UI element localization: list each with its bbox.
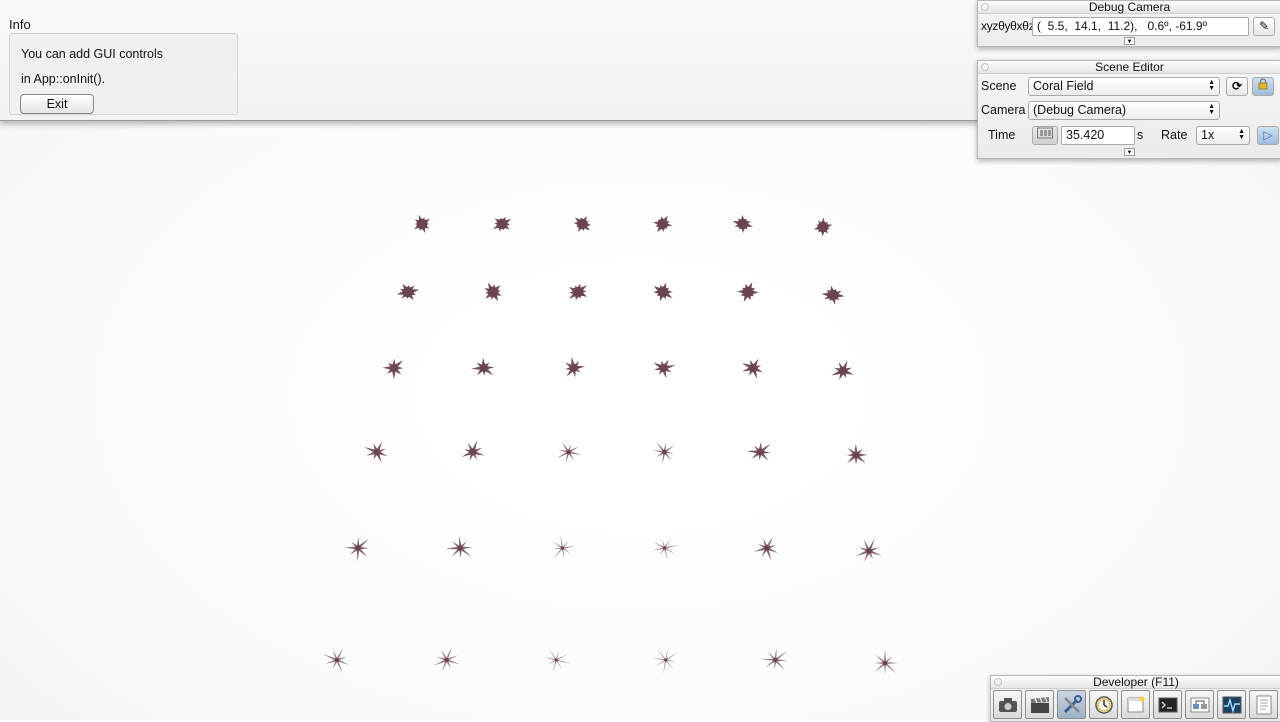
scene-editor-title: Scene Editor xyxy=(1095,60,1164,74)
exit-button[interactable]: Exit xyxy=(20,94,94,114)
coral xyxy=(653,215,672,233)
coral xyxy=(732,215,753,233)
rate-label: Rate xyxy=(1161,128,1188,142)
camera-tool-button[interactable] xyxy=(993,690,1022,719)
clapperboard-icon xyxy=(1030,696,1050,714)
camera-label: Camera xyxy=(981,103,1026,117)
coral xyxy=(653,442,675,465)
coral xyxy=(741,358,763,379)
coral xyxy=(364,441,388,463)
debug-camera-title: Debug Camera xyxy=(1088,0,1171,14)
coral xyxy=(855,538,882,562)
coral xyxy=(484,282,502,302)
play-icon[interactable]: ▷ xyxy=(1257,126,1279,145)
document-icon xyxy=(1256,695,1272,715)
updown-arrows-icon: ▲ ▼ xyxy=(1238,128,1245,141)
scene-select-value: Coral Field xyxy=(1033,79,1094,93)
info-title: Info xyxy=(9,17,31,32)
coral xyxy=(759,648,788,670)
scene-select[interactable]: Coral Field ▲ ▼ xyxy=(1028,77,1220,96)
info-panel: You can add GUI controls in App::onInit(… xyxy=(9,33,238,115)
coral xyxy=(821,285,845,305)
coral xyxy=(382,358,404,380)
coral xyxy=(565,356,585,378)
coral xyxy=(653,282,673,302)
coral xyxy=(831,360,854,380)
window-icon xyxy=(1127,696,1145,714)
camera-select[interactable]: (Debug Camera) ▲ ▼ xyxy=(1028,101,1220,120)
coral xyxy=(874,648,899,674)
updown-arrows-icon: ▲ ▼ xyxy=(1208,79,1215,92)
time-field[interactable]: 35.420 xyxy=(1061,126,1135,145)
coral xyxy=(746,441,771,461)
developer-titlebar[interactable]: Developer (F11) xyxy=(991,676,1280,689)
coral xyxy=(846,443,868,465)
coral xyxy=(396,283,420,301)
triangle-down-icon[interactable]: ▼ xyxy=(1124,37,1135,45)
coral xyxy=(737,282,759,302)
terminal-tool-button[interactable] xyxy=(1153,690,1182,719)
lock-icon[interactable] xyxy=(1252,77,1274,96)
camera-select-value: (Debug Camera) xyxy=(1033,103,1127,117)
camera-icon xyxy=(998,697,1018,713)
document-tool-button[interactable] xyxy=(1249,690,1278,719)
coral xyxy=(544,648,572,673)
scene-label: Scene xyxy=(981,79,1017,93)
triangle-down-icon[interactable]: ▼ xyxy=(1124,148,1135,156)
terminal-icon xyxy=(1158,697,1178,713)
coral xyxy=(813,217,833,237)
debug-camera-titlebar[interactable]: Debug Camera xyxy=(978,1,1280,14)
window-tool-button[interactable] xyxy=(1121,690,1150,719)
scene-editor-titlebar[interactable]: Scene Editor xyxy=(978,61,1280,74)
scene-graph-tool-button[interactable] xyxy=(1185,690,1214,719)
close-icon[interactable] xyxy=(994,678,1002,686)
pencil-icon[interactable]: ✎ xyxy=(1253,17,1275,36)
coral xyxy=(573,216,592,232)
rate-select-value: 1x xyxy=(1201,128,1215,142)
coral xyxy=(471,357,495,376)
tools-tool-button[interactable] xyxy=(1057,690,1086,719)
film-icon[interactable] xyxy=(1032,126,1058,145)
rate-select[interactable]: 1x ▲ ▼ xyxy=(1196,126,1250,145)
close-icon[interactable] xyxy=(981,63,989,71)
developer-title: Developer (F11) xyxy=(1093,675,1179,689)
coral xyxy=(552,534,576,559)
coral xyxy=(556,442,582,463)
clock-icon xyxy=(1094,695,1114,715)
coral xyxy=(344,537,369,562)
camera-coordinates-field[interactable]: ( 5.5, 14.1, 11.2), 0.6º, -61.9º xyxy=(1032,17,1249,36)
coral xyxy=(461,440,485,461)
close-icon[interactable] xyxy=(981,3,989,11)
coral xyxy=(493,216,512,232)
info-text-line-1: You can add GUI controls xyxy=(21,47,163,61)
tools-icon xyxy=(1062,694,1082,715)
debug-camera-window: Debug Camera xyzθyθxθz ( 5.5, 14.1, 11.2… xyxy=(977,0,1280,47)
coral xyxy=(445,535,473,558)
coral xyxy=(433,646,461,672)
coral xyxy=(414,215,430,233)
coral xyxy=(754,537,778,561)
coral xyxy=(651,648,678,674)
coral xyxy=(652,538,679,560)
coral xyxy=(322,648,349,674)
info-text-line-2: in App::onInit(). xyxy=(21,72,106,86)
scene-graph-icon xyxy=(1190,696,1210,714)
time-label: Time xyxy=(988,128,1016,142)
xyz-label: xyzθyθxθz xyxy=(981,19,1035,33)
profiler-tool-button[interactable] xyxy=(1217,690,1246,719)
updown-arrows-icon: ▲ ▼ xyxy=(1208,103,1215,116)
developer-window: Developer (F11) xyxy=(990,675,1280,722)
clock-tool-button[interactable] xyxy=(1089,690,1118,719)
coral xyxy=(568,283,588,301)
profiler-icon xyxy=(1222,696,1242,714)
scene-editor-window: Scene Editor Scene Coral Field ▲ ▼ ⟳ Came… xyxy=(977,60,1280,159)
clapperboard-tool-button[interactable] xyxy=(1025,690,1054,719)
time-unit: s xyxy=(1137,128,1144,142)
coral xyxy=(653,359,676,379)
reload-icon[interactable]: ⟳ xyxy=(1226,77,1248,96)
